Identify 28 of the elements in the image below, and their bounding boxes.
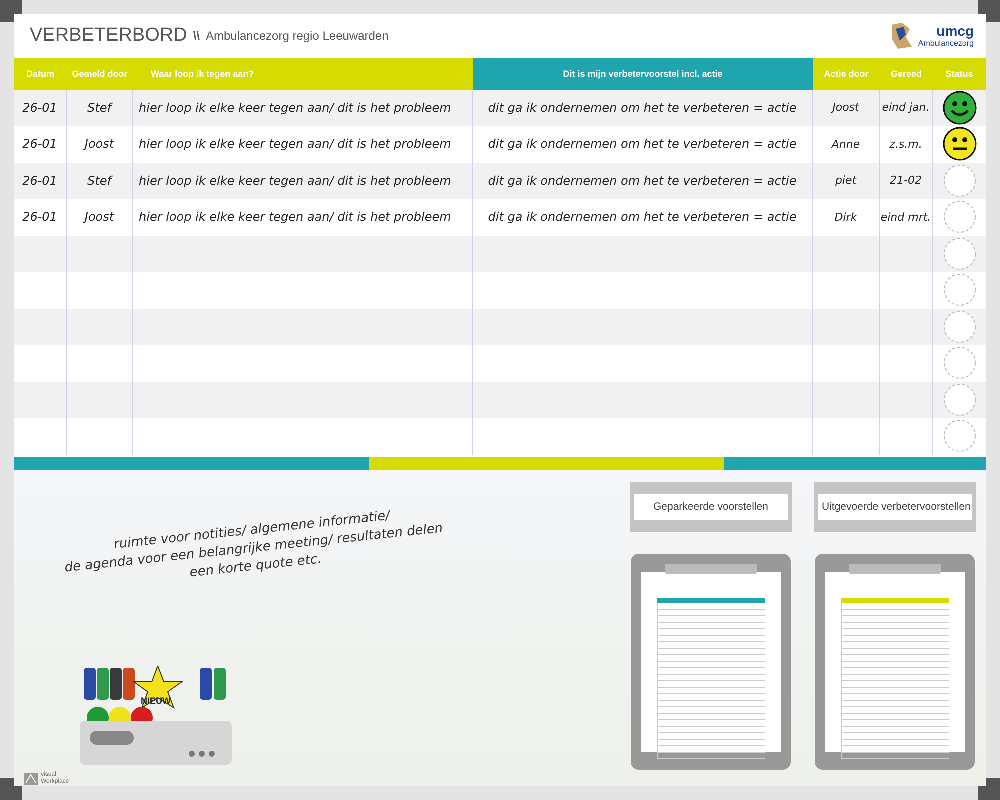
column-header: Dit is mijn verbetervoorstel incl. actie	[473, 58, 813, 90]
table-cell: dit ga ik ondernemen om het te verbeteren = actie	[473, 162, 813, 200]
logo-name: umcg	[936, 23, 974, 40]
table-cell: 26-01	[14, 90, 67, 126]
table-cell: Stef	[67, 90, 133, 126]
panel-label: Geparkeerde voorstellen	[634, 494, 788, 520]
table-cell: 21-02	[880, 162, 933, 200]
table-cell: Joost	[813, 90, 880, 126]
logo-tagline: Ambulancezorg	[918, 39, 974, 48]
marker-tray-drawing: NIEUW	[80, 666, 232, 766]
board-subtitle: Ambulancezorg regio Leeuwarden	[206, 28, 389, 43]
table-cell: hier loop ik elke keer tegen aan/ dit is het probleem	[133, 90, 473, 126]
board-title: VERBETERBORD	[30, 24, 188, 47]
panel-label: Uitgevoerde verbetervoorstellen	[818, 494, 972, 520]
column-header: Waar loop ik tegen aan?	[133, 58, 473, 90]
title-separator: \\	[193, 28, 200, 43]
table-cell: 26-01	[14, 162, 67, 200]
table-cell: piet	[813, 162, 880, 200]
table-cell: eind jan.	[880, 90, 933, 126]
brand-logo-icon	[24, 773, 38, 785]
column-header: Status	[933, 58, 986, 90]
table-cell: dit ga ik ondernemen om het te verbeteren = actie	[473, 90, 813, 126]
table-cell: Stef	[67, 162, 133, 200]
column-header: Datum	[14, 58, 67, 90]
table-cell: hier loop ik elke keer tegen aan/ dit is het probleem	[133, 162, 473, 200]
column-header: Gereed	[880, 58, 933, 90]
column-header: Gemeld door	[67, 58, 133, 90]
column-header: Actie door	[813, 58, 880, 90]
